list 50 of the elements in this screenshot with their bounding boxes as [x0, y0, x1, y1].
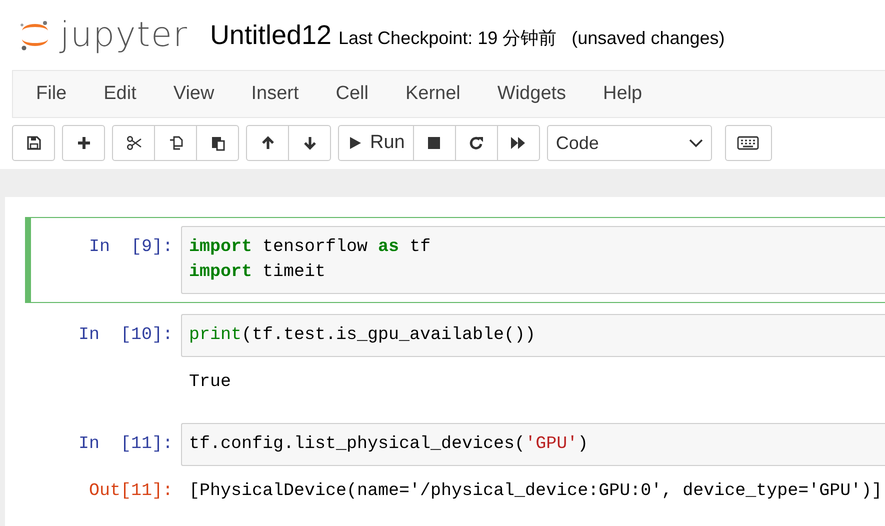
code-cell[interactable]: In [10]: print(tf.test.is_gpu_available()) True: [25, 305, 885, 412]
menu-item[interactable]: Edit: [90, 83, 160, 105]
menu-item[interactable]: Insert: [237, 83, 322, 105]
autosave-status: (unsaved changes): [572, 28, 725, 48]
run-all-button[interactable]: [496, 125, 540, 161]
run-button[interactable]: Run: [338, 125, 414, 161]
keyboard-shortcuts-button[interactable]: [724, 125, 772, 161]
paste-icon: [210, 135, 226, 151]
restart-button[interactable]: [454, 125, 498, 161]
square-icon: [426, 135, 442, 151]
keyboard-icon: [737, 136, 760, 150]
output-prompt: Out[11]:: [88, 480, 174, 501]
code-editor[interactable]: tf.config.list_physical_devices('GPU'): [181, 423, 885, 466]
up-arrow-icon: [260, 135, 276, 151]
scissors-icon: [126, 135, 142, 151]
chevron-down-icon: [688, 138, 703, 148]
move-up-button[interactable]: [246, 125, 289, 161]
input-prompt: In [11]:: [77, 433, 174, 454]
menu-item[interactable]: Help: [589, 83, 666, 105]
play-icon: [347, 135, 363, 151]
menu-item[interactable]: Kernel: [391, 83, 484, 105]
save-button[interactable]: [12, 125, 55, 161]
cell-output: [PhysicalDevice(name='/physical_device:GPU:0', device_type='GPU')]: [188, 480, 884, 503]
code-cell[interactable]: In [9]: import tensorflow as tf import timeit: [25, 217, 885, 303]
menu-item[interactable]: Widgets: [483, 83, 590, 105]
copy-icon: [168, 135, 184, 151]
input-prompt: In [10]:: [77, 324, 174, 345]
input-prompt: In [9]:: [88, 236, 174, 257]
menu-item[interactable]: Cell: [322, 83, 392, 105]
plus-icon: [76, 135, 92, 151]
paste-button[interactable]: [196, 125, 239, 161]
menu-item[interactable]: View: [159, 83, 238, 105]
move-down-button[interactable]: [288, 125, 331, 161]
cut-button[interactable]: [112, 125, 155, 161]
notebook-name[interactable]: Untitled12: [210, 20, 332, 50]
code-editor[interactable]: print(tf.test.is_gpu_available()): [181, 314, 885, 357]
cell-type-dropdown[interactable]: Code: [546, 125, 712, 161]
cell-output: True: [188, 371, 232, 394]
save-icon: [26, 135, 42, 151]
code-editor[interactable]: import tensorflow as tf import timeit: [181, 226, 885, 294]
code-cell[interactable]: In [11]: tf.config.list_physical_devices('GPU') Out[11]: [PhysicalDevice(name='/physical_device:GPU:0', device_type='GPU')]: [25, 414, 885, 521]
menu-item[interactable]: File: [22, 83, 90, 105]
logo-text[interactable]: jupyter: [60, 15, 188, 55]
restart-icon: [468, 135, 484, 151]
insert-cell-button[interactable]: [62, 125, 105, 161]
copy-button[interactable]: [154, 125, 197, 161]
checkpoint-text: Last Checkpoint: 19 分钟前: [338, 26, 557, 50]
down-arrow-icon: [302, 135, 318, 151]
fast-forward-icon: [510, 135, 526, 151]
interrupt-button[interactable]: [412, 125, 456, 161]
